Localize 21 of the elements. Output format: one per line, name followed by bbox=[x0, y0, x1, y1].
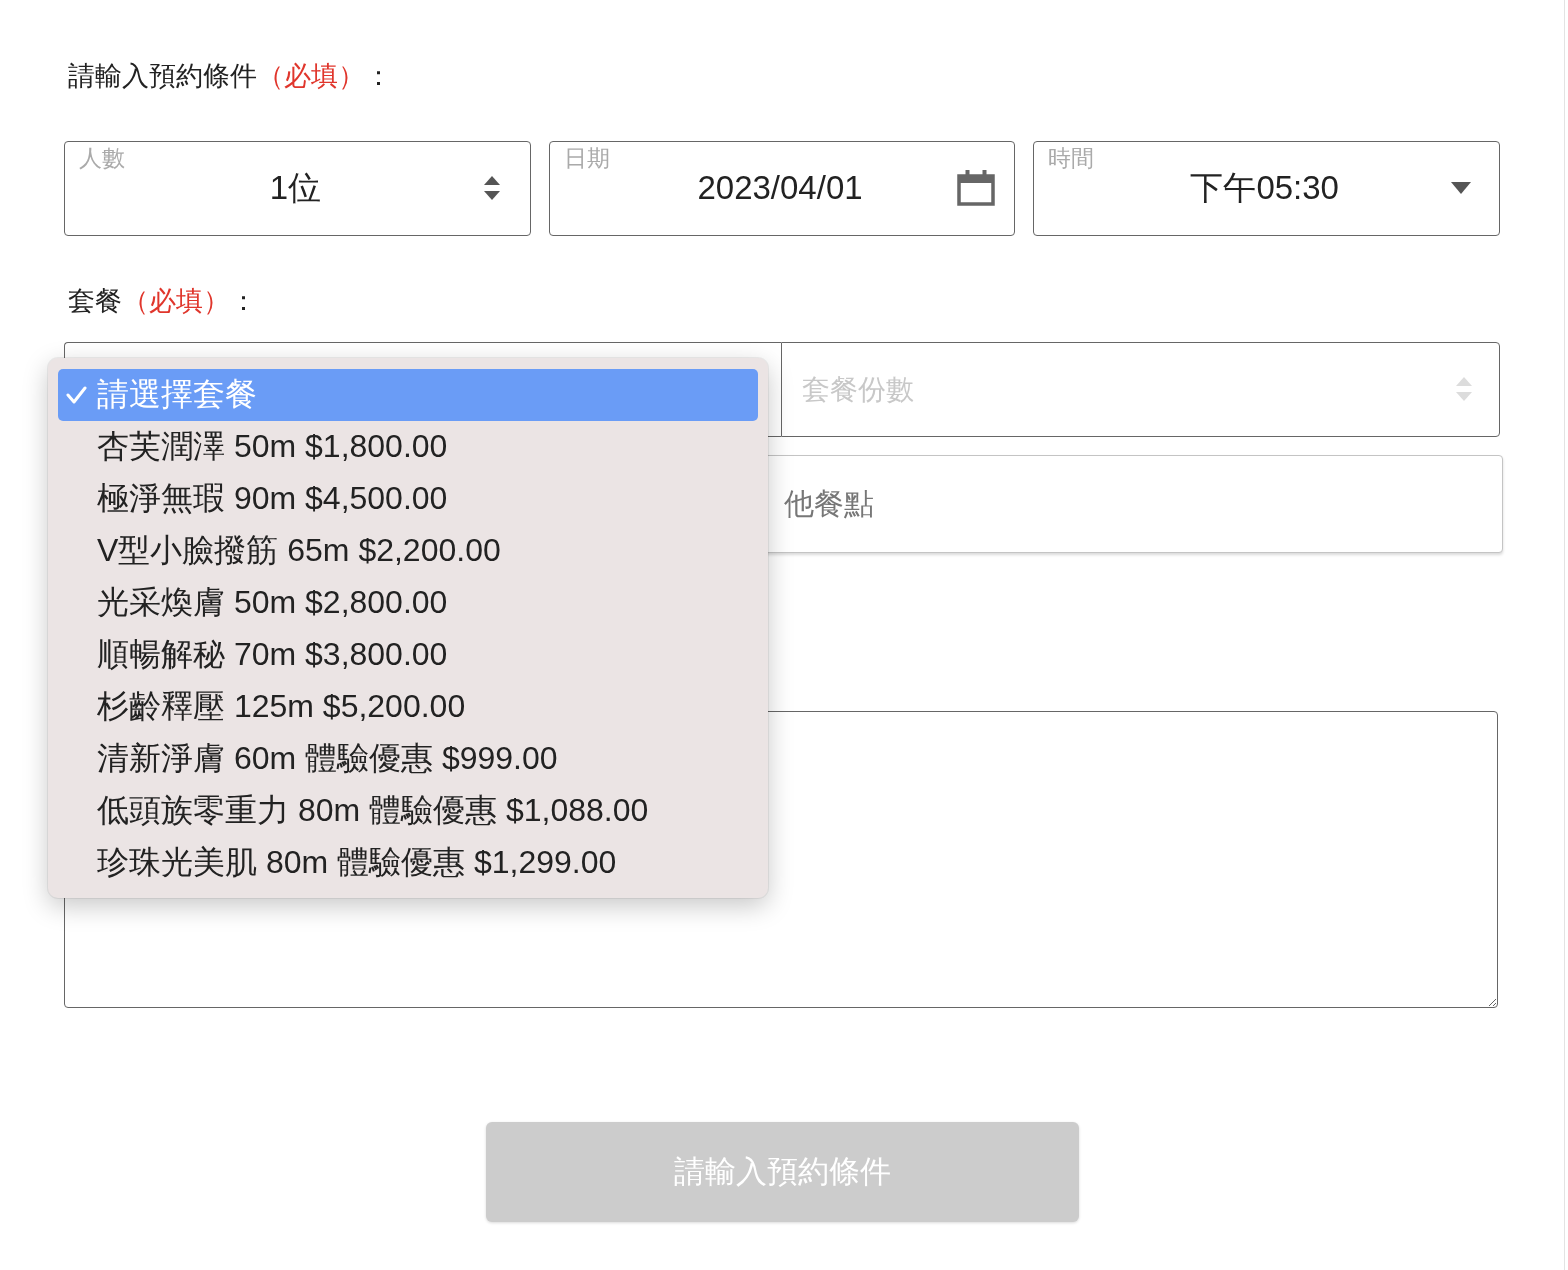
menu-option[interactable]: 清新淨膚 60m 體驗優惠 $999.00 bbox=[58, 733, 758, 785]
field-value: 2023/04/01 bbox=[697, 171, 863, 205]
field-value: 1位 bbox=[269, 171, 321, 205]
number-stepper-field[interactable]: 人數 1位 bbox=[64, 141, 531, 236]
calendar-icon[interactable] bbox=[957, 170, 996, 206]
menu-option[interactable]: 珍珠光美肌 80m 體驗優惠 $1,299.00 bbox=[58, 837, 758, 889]
field-label: 人數 bbox=[79, 145, 125, 171]
menu-option[interactable]: 杉齡釋壓 125m $5,200.00 bbox=[58, 681, 758, 733]
caret-down-icon[interactable] bbox=[1451, 182, 1471, 194]
up-down-arrows-icon[interactable] bbox=[483, 176, 500, 200]
check-icon bbox=[66, 386, 87, 404]
time-select-field[interactable]: 時間 下午05:30 bbox=[1033, 141, 1500, 236]
menu-option[interactable]: 順暢解秘 70m $3,800.00 bbox=[58, 629, 758, 681]
field-value: 下午05:30 bbox=[1190, 171, 1339, 205]
section-label: 套餐（必填）： bbox=[67, 285, 257, 317]
section-label: 請輸入預約條件（必填）： bbox=[67, 60, 392, 92]
menu-option[interactable]: 光采煥膚 50m $2,800.00 bbox=[58, 577, 758, 629]
date-field[interactable]: 日期 2023/04/01 bbox=[548, 141, 1016, 236]
field-label: 日期 bbox=[563, 145, 610, 171]
menu-option[interactable]: 低頭族零重力 80m 體驗優惠 $1,088.00 bbox=[58, 785, 758, 837]
field-label: 時間 bbox=[1048, 145, 1095, 171]
